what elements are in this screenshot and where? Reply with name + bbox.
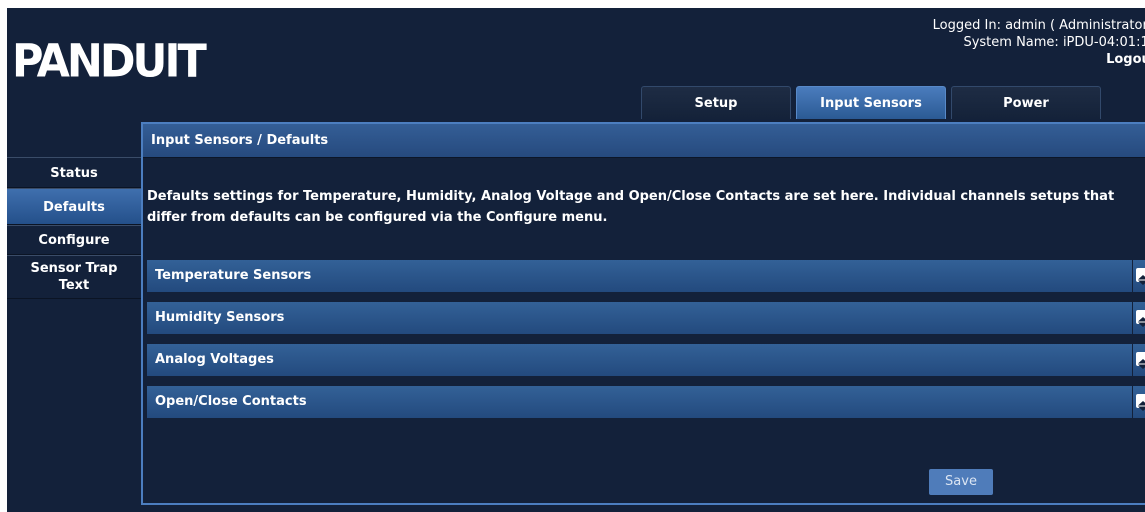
section-humidity-sensors[interactable]: Humidity Sensors bbox=[147, 302, 1145, 334]
sidebar-item-defaults[interactable]: Defaults bbox=[7, 188, 141, 225]
up-down-arrows-icon[interactable] bbox=[1136, 268, 1145, 285]
tab-power[interactable]: Power bbox=[951, 86, 1101, 119]
section-analog-voltages[interactable]: Analog Voltages bbox=[147, 344, 1145, 376]
up-down-arrows-icon[interactable] bbox=[1136, 352, 1145, 369]
app-window: PANDUIT Logged In: admin ( Administrator… bbox=[7, 8, 1145, 512]
tab-input-sensors[interactable]: Input Sensors bbox=[796, 86, 946, 119]
section-label: Open/Close Contacts bbox=[155, 394, 307, 409]
section-label: Analog Voltages bbox=[155, 352, 274, 367]
up-down-arrows-icon[interactable] bbox=[1136, 310, 1145, 327]
content-panel: Input Sensors / Defaults Defaults settin… bbox=[141, 122, 1145, 505]
section-open-close-contacts[interactable]: Open/Close Contacts bbox=[147, 386, 1145, 418]
sidebar-nav: Status Defaults Configure Sensor Trap Te… bbox=[7, 157, 141, 299]
section-temperature-sensors[interactable]: Temperature Sensors bbox=[147, 260, 1145, 292]
logout-link[interactable]: Logout bbox=[933, 51, 1145, 68]
panel-description: Defaults settings for Temperature, Humid… bbox=[147, 189, 1115, 225]
logged-in-text: Logged In: admin ( Administrator ) bbox=[932, 18, 1145, 33]
up-down-arrows-icon[interactable] bbox=[1136, 394, 1145, 411]
section-label: Humidity Sensors bbox=[155, 310, 285, 325]
section-label: Temperature Sensors bbox=[155, 268, 312, 283]
panel-title: Input Sensors / Defaults bbox=[143, 124, 1145, 158]
save-button[interactable]: Save bbox=[929, 469, 993, 495]
system-name-text: System Name: iPDU-04:01:19 bbox=[963, 35, 1145, 50]
tab-setup[interactable]: Setup bbox=[641, 86, 791, 119]
sidebar-item-configure[interactable]: Configure bbox=[7, 225, 141, 255]
panduit-logo: PANDUIT bbox=[12, 35, 207, 89]
sidebar-item-sensor-trap-text[interactable]: Sensor Trap Text bbox=[7, 255, 141, 299]
header-info: Logged In: admin ( Administrator ) Syste… bbox=[933, 17, 1145, 68]
sidebar-item-status[interactable]: Status bbox=[7, 157, 141, 188]
